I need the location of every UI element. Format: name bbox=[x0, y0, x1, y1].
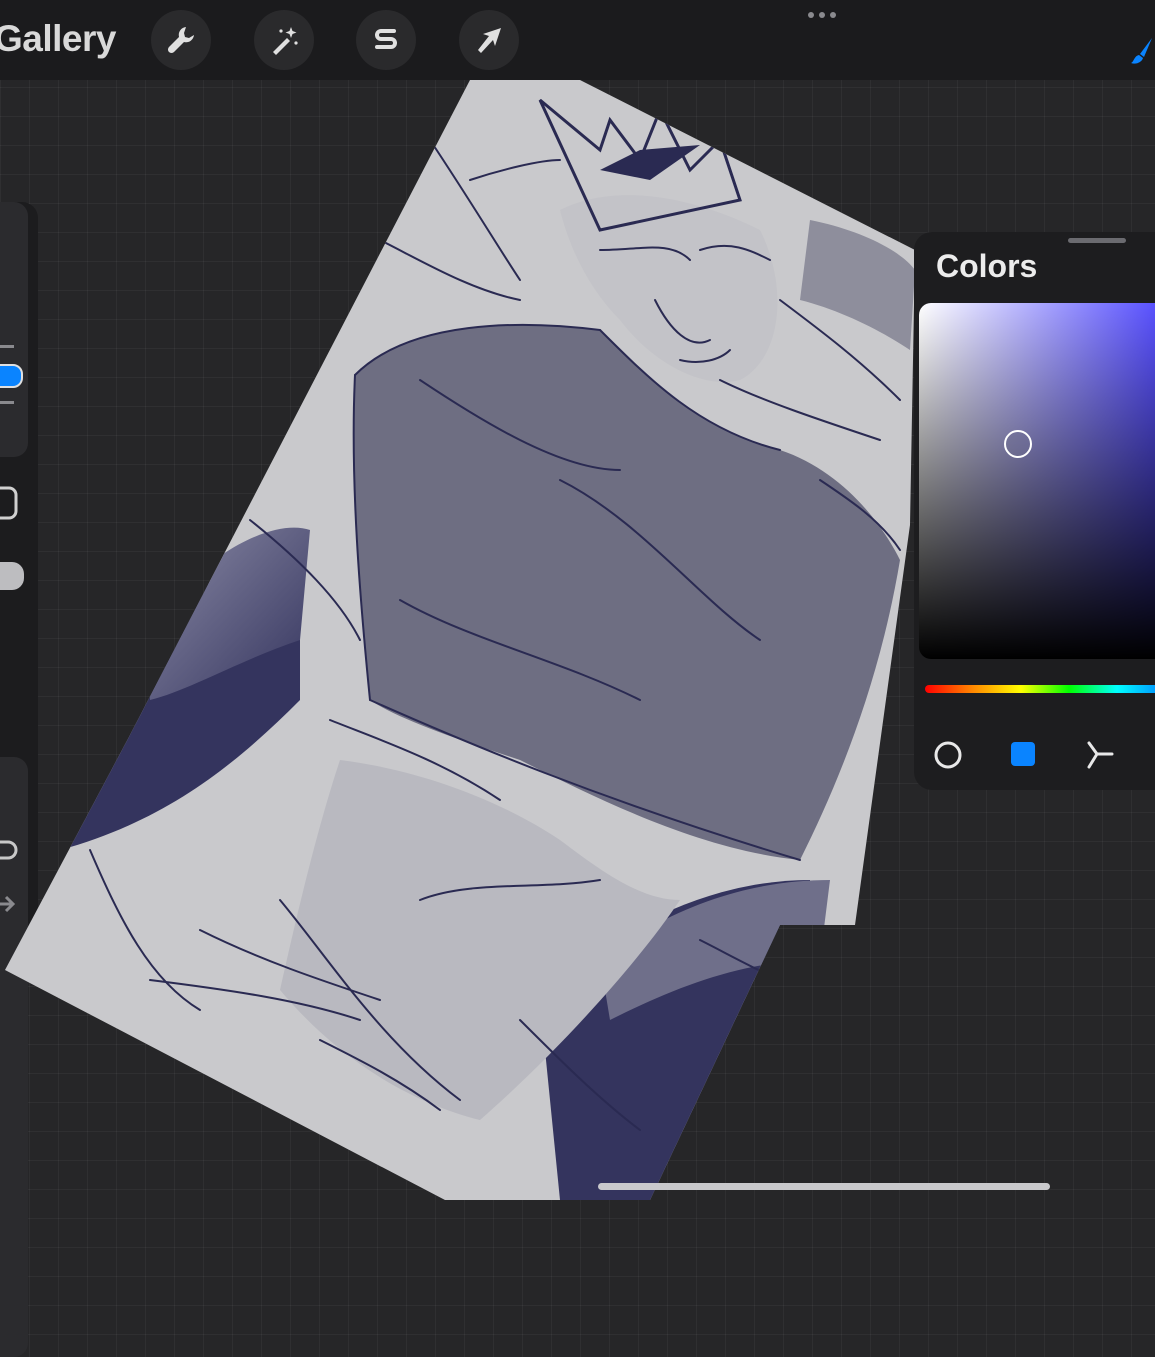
color-picker-square[interactable] bbox=[919, 303, 1155, 659]
home-indicator[interactable] bbox=[598, 1183, 1050, 1190]
colors-panel-title: Colors bbox=[936, 248, 1038, 284]
hue-slider[interactable] bbox=[925, 685, 1155, 693]
color-picker-knob[interactable] bbox=[1004, 430, 1032, 458]
harmony-icon[interactable] bbox=[1083, 739, 1115, 771]
panel-handle[interactable] bbox=[1068, 238, 1126, 243]
circle-icon[interactable] bbox=[932, 739, 964, 771]
square-icon[interactable] bbox=[1008, 739, 1038, 769]
